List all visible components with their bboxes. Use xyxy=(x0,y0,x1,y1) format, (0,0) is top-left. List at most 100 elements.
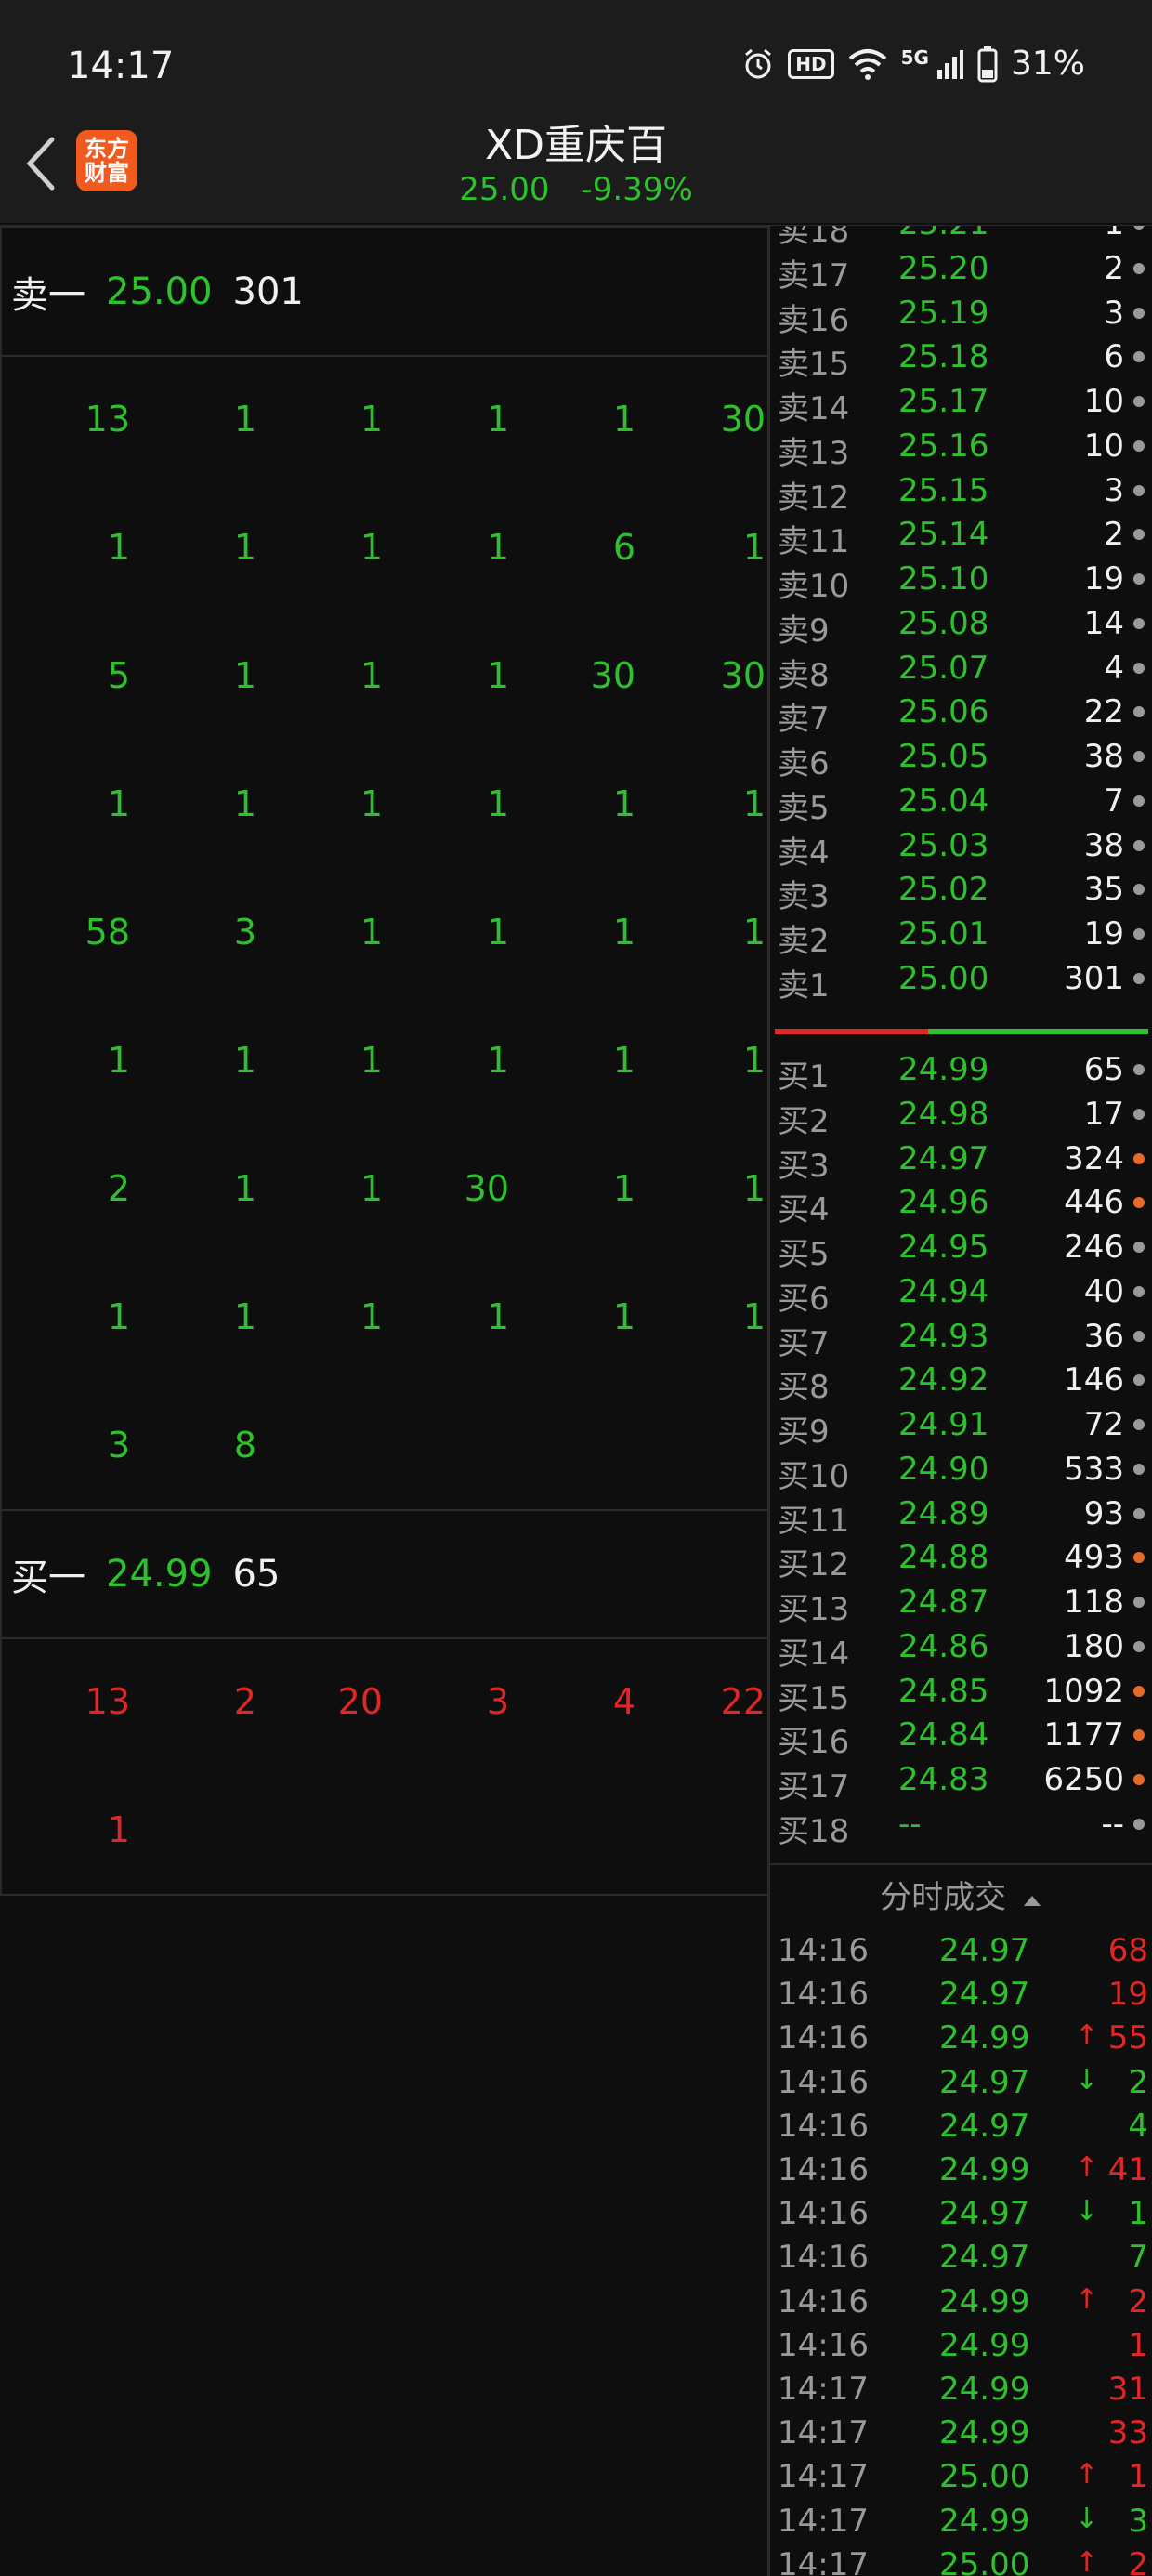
ask-level-row[interactable]: 卖10 25.10 19 xyxy=(770,557,1152,605)
ask-level-row[interactable]: 卖13 25.16 10 xyxy=(770,424,1152,472)
large-order-dot-icon xyxy=(1133,484,1145,496)
queue-order-size: 1 xyxy=(486,527,509,568)
stock-price: 25.00 xyxy=(459,171,550,208)
tick-volume: 19 xyxy=(1107,1976,1148,2014)
queue-order-size: 1 xyxy=(233,1296,256,1337)
level-price: 25.10 xyxy=(898,560,989,598)
bid-level-row[interactable]: 买9 24.91 72 xyxy=(770,1402,1152,1451)
tick-row: 14:17 24.99 31 xyxy=(770,2369,1152,2412)
ask-ratio-fill xyxy=(927,1029,1148,1034)
ask-level-row[interactable]: 卖9 25.08 14 xyxy=(770,601,1152,650)
queue-row: 1 xyxy=(2,1767,769,1895)
order-queue-panel[interactable]: 卖一 25.00 301 13 1 1 1 1 30 1 1 1 1 6 1 5 1 1 1 30 30 1 1 1 1 1 1 58… xyxy=(0,226,769,1896)
bid-level-row[interactable]: 买14 24.86 180 xyxy=(770,1624,1152,1673)
bid-level-row[interactable]: 买11 24.89 93 xyxy=(770,1492,1152,1540)
ask-level-row[interactable]: 卖14 25.17 10 xyxy=(770,379,1152,427)
tick-row: 14:16 24.97 4 xyxy=(770,2106,1152,2149)
tick-price: 25.00 xyxy=(939,2545,1030,2576)
tick-time: 14:17 xyxy=(778,2545,869,2576)
level-volume: 40 xyxy=(1083,1272,1124,1310)
tick-price: 24.97 xyxy=(939,1932,1030,1969)
bid-level-row[interactable]: 买10 24.90 533 xyxy=(770,1447,1152,1495)
large-order-dot-icon xyxy=(1133,1330,1145,1342)
bid-level-row[interactable]: 买12 24.88 493 xyxy=(770,1535,1152,1584)
ask-level-row[interactable]: 卖11 25.14 2 xyxy=(770,512,1152,560)
queue-order-size: 1 xyxy=(360,527,383,568)
level-label: 卖15 xyxy=(778,346,850,384)
large-order-dot-icon xyxy=(1133,972,1145,984)
bid-level-row[interactable]: 买7 24.93 36 xyxy=(770,1314,1152,1362)
bid-level-row[interactable]: 买17 24.83 6250 xyxy=(770,1757,1152,1806)
arrow-down-icon: ↓ xyxy=(1075,2063,1099,2096)
level-price: 25.19 xyxy=(898,294,989,332)
bid-level-row[interactable]: 买16 24.84 1177 xyxy=(770,1713,1152,1761)
ask-level-row[interactable]: 卖17 25.20 2 xyxy=(770,246,1152,295)
ask-level-row[interactable]: 卖16 25.19 3 xyxy=(770,291,1152,339)
level-label: 买一 xyxy=(11,1557,85,1599)
queue-row: 58 3 1 1 1 1 xyxy=(2,869,769,997)
ask-level-row[interactable]: 卖12 25.15 3 xyxy=(770,468,1152,517)
tick-time: 14:16 xyxy=(778,2107,869,2145)
ticks-header-label: 分时成交 xyxy=(880,1879,1007,1916)
ask-level-row[interactable]: 卖2 25.01 19 xyxy=(770,912,1152,960)
tick-row: 14:16 24.99 ↑ 55 xyxy=(770,2017,1152,2061)
large-order-dot-icon xyxy=(1133,1640,1145,1652)
level-price: 25.14 xyxy=(898,516,989,554)
level-price: 25.17 xyxy=(898,383,989,421)
bid-level-header[interactable]: 买一 24.99 65 xyxy=(2,1510,769,1638)
ask-level-header[interactable]: 卖一 25.00 301 xyxy=(2,228,769,356)
order-book-panel[interactable]: 卖1825.211卖1725.202卖1625.193卖1525.186卖142… xyxy=(767,226,1152,2576)
level-volume: 180 xyxy=(1064,1627,1124,1665)
bid-level-row[interactable]: 买18 -- -- xyxy=(770,1802,1152,1850)
level-volume: 1177 xyxy=(1043,1716,1124,1755)
tick-volume: 33 xyxy=(1107,2414,1148,2452)
ask-level-row[interactable]: 卖1825.211 xyxy=(770,226,1152,250)
bid-level-row[interactable]: 买4 24.96 446 xyxy=(770,1180,1152,1229)
large-order-dot-icon xyxy=(1133,573,1145,585)
queue-order-size: 1 xyxy=(612,1040,635,1081)
level-price: 25.08 xyxy=(898,604,989,642)
level-label: 买13 xyxy=(778,1591,850,1629)
bid-level-row[interactable]: 买6 24.94 40 xyxy=(770,1269,1152,1318)
bid-level-row[interactable]: 买13 24.87 118 xyxy=(770,1580,1152,1628)
ask-level-row[interactable]: 卖4 25.03 38 xyxy=(770,823,1152,872)
queue-order-size: 1 xyxy=(742,1040,766,1081)
queue-order-size: 3 xyxy=(486,1681,509,1722)
ticks-toggle[interactable]: 分时成交 xyxy=(770,1863,1152,1928)
ask-level-row[interactable]: 卖6 25.05 38 xyxy=(770,734,1152,782)
level-label: 卖12 xyxy=(778,479,850,517)
ask-level-row[interactable]: 卖1 25.00 301 xyxy=(770,956,1152,1005)
queue-order-size: 1 xyxy=(742,1168,766,1209)
level-label: 卖4 xyxy=(778,834,830,872)
bid-level-row[interactable]: 买5 24.95 246 xyxy=(770,1225,1152,1273)
queue-row: 1 1 1 1 1 1 xyxy=(2,1254,769,1382)
tick-price: 24.97 xyxy=(939,1976,1030,2014)
large-order-dot-icon xyxy=(1133,839,1145,851)
queue-order-size: 13 xyxy=(85,1681,130,1722)
status-icons: HD 5G 31% xyxy=(741,45,1085,83)
ask-level-row[interactable]: 卖3 25.02 35 xyxy=(770,867,1152,915)
tick-time: 14:17 xyxy=(778,2414,869,2452)
queue-order-size: 2 xyxy=(233,1681,256,1722)
bid-level-row[interactable]: 买2 24.98 17 xyxy=(770,1092,1152,1140)
level-price: 25.05 xyxy=(898,738,989,776)
level-label: 买14 xyxy=(778,1635,850,1673)
bid-level-row[interactable]: 买1 24.99 65 xyxy=(770,1047,1152,1096)
level-volume: 35 xyxy=(1083,871,1124,909)
level-price: 24.98 xyxy=(898,1095,989,1133)
large-order-dot-icon xyxy=(1133,662,1145,674)
ask-level-row[interactable]: 卖15 25.18 6 xyxy=(770,335,1152,383)
ask-level-row[interactable]: 卖8 25.07 4 xyxy=(770,646,1152,694)
bid-level-row[interactable]: 买3 24.97 324 xyxy=(770,1137,1152,1185)
bid-level-row[interactable]: 买15 24.85 1092 xyxy=(770,1669,1152,1717)
arrow-up-icon: ↑ xyxy=(1075,2458,1099,2491)
ask-level-row[interactable]: 卖7 25.06 22 xyxy=(770,690,1152,738)
tick-volume: 41 xyxy=(1107,2151,1148,2188)
tick-time: 14:16 xyxy=(778,1976,869,2014)
queue-row: 1 1 1 1 1 1 xyxy=(2,741,769,869)
ask-level-row[interactable]: 卖5 25.04 7 xyxy=(770,779,1152,827)
queue-order-size: 1 xyxy=(360,1168,383,1209)
level-label: 买15 xyxy=(778,1679,850,1717)
queue-order-size: 30 xyxy=(464,1168,509,1209)
bid-level-row[interactable]: 买8 24.92 146 xyxy=(770,1358,1152,1406)
